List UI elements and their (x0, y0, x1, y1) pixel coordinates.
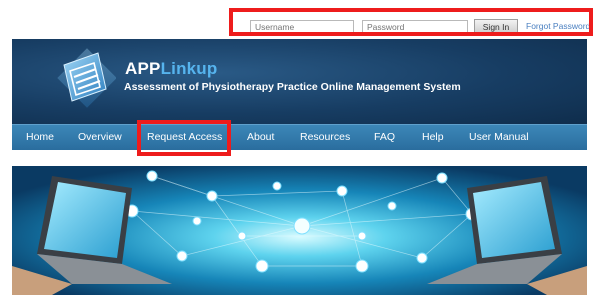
nav-item-overview[interactable]: Overview (78, 125, 122, 150)
brand-name-part1: APP (125, 59, 161, 78)
nav-item-user-manual[interactable]: User Manual (469, 125, 529, 150)
brand-name: APPLinkup (125, 59, 217, 79)
site-header: APPLinkup Assessment of Physiotherapy Pr… (12, 39, 587, 124)
network-laptops-banner (12, 166, 587, 295)
username-field[interactable] (250, 20, 354, 33)
nav-item-faq[interactable]: FAQ (374, 125, 395, 150)
nav-item-home[interactable]: Home (26, 125, 54, 150)
nav-item-resources[interactable]: Resources (300, 125, 350, 150)
nav-item-about[interactable]: About (247, 125, 274, 150)
password-field[interactable] (362, 20, 468, 33)
site-tagline: Assessment of Physiotherapy Practice Onl… (124, 81, 461, 93)
forgot-password-link[interactable]: Forgot Password (526, 21, 590, 31)
sign-in-button[interactable]: Sign In (474, 19, 518, 34)
nav-item-request-access[interactable]: Request Access (147, 125, 222, 150)
brand-name-part2: Linkup (160, 59, 218, 78)
nav-item-help[interactable]: Help (422, 125, 444, 150)
main-nav: Home Overview Request Access About Resou… (12, 124, 587, 150)
login-bar: Sign In Forgot Password (234, 15, 592, 37)
stacked-pages-logo-icon (57, 48, 116, 108)
